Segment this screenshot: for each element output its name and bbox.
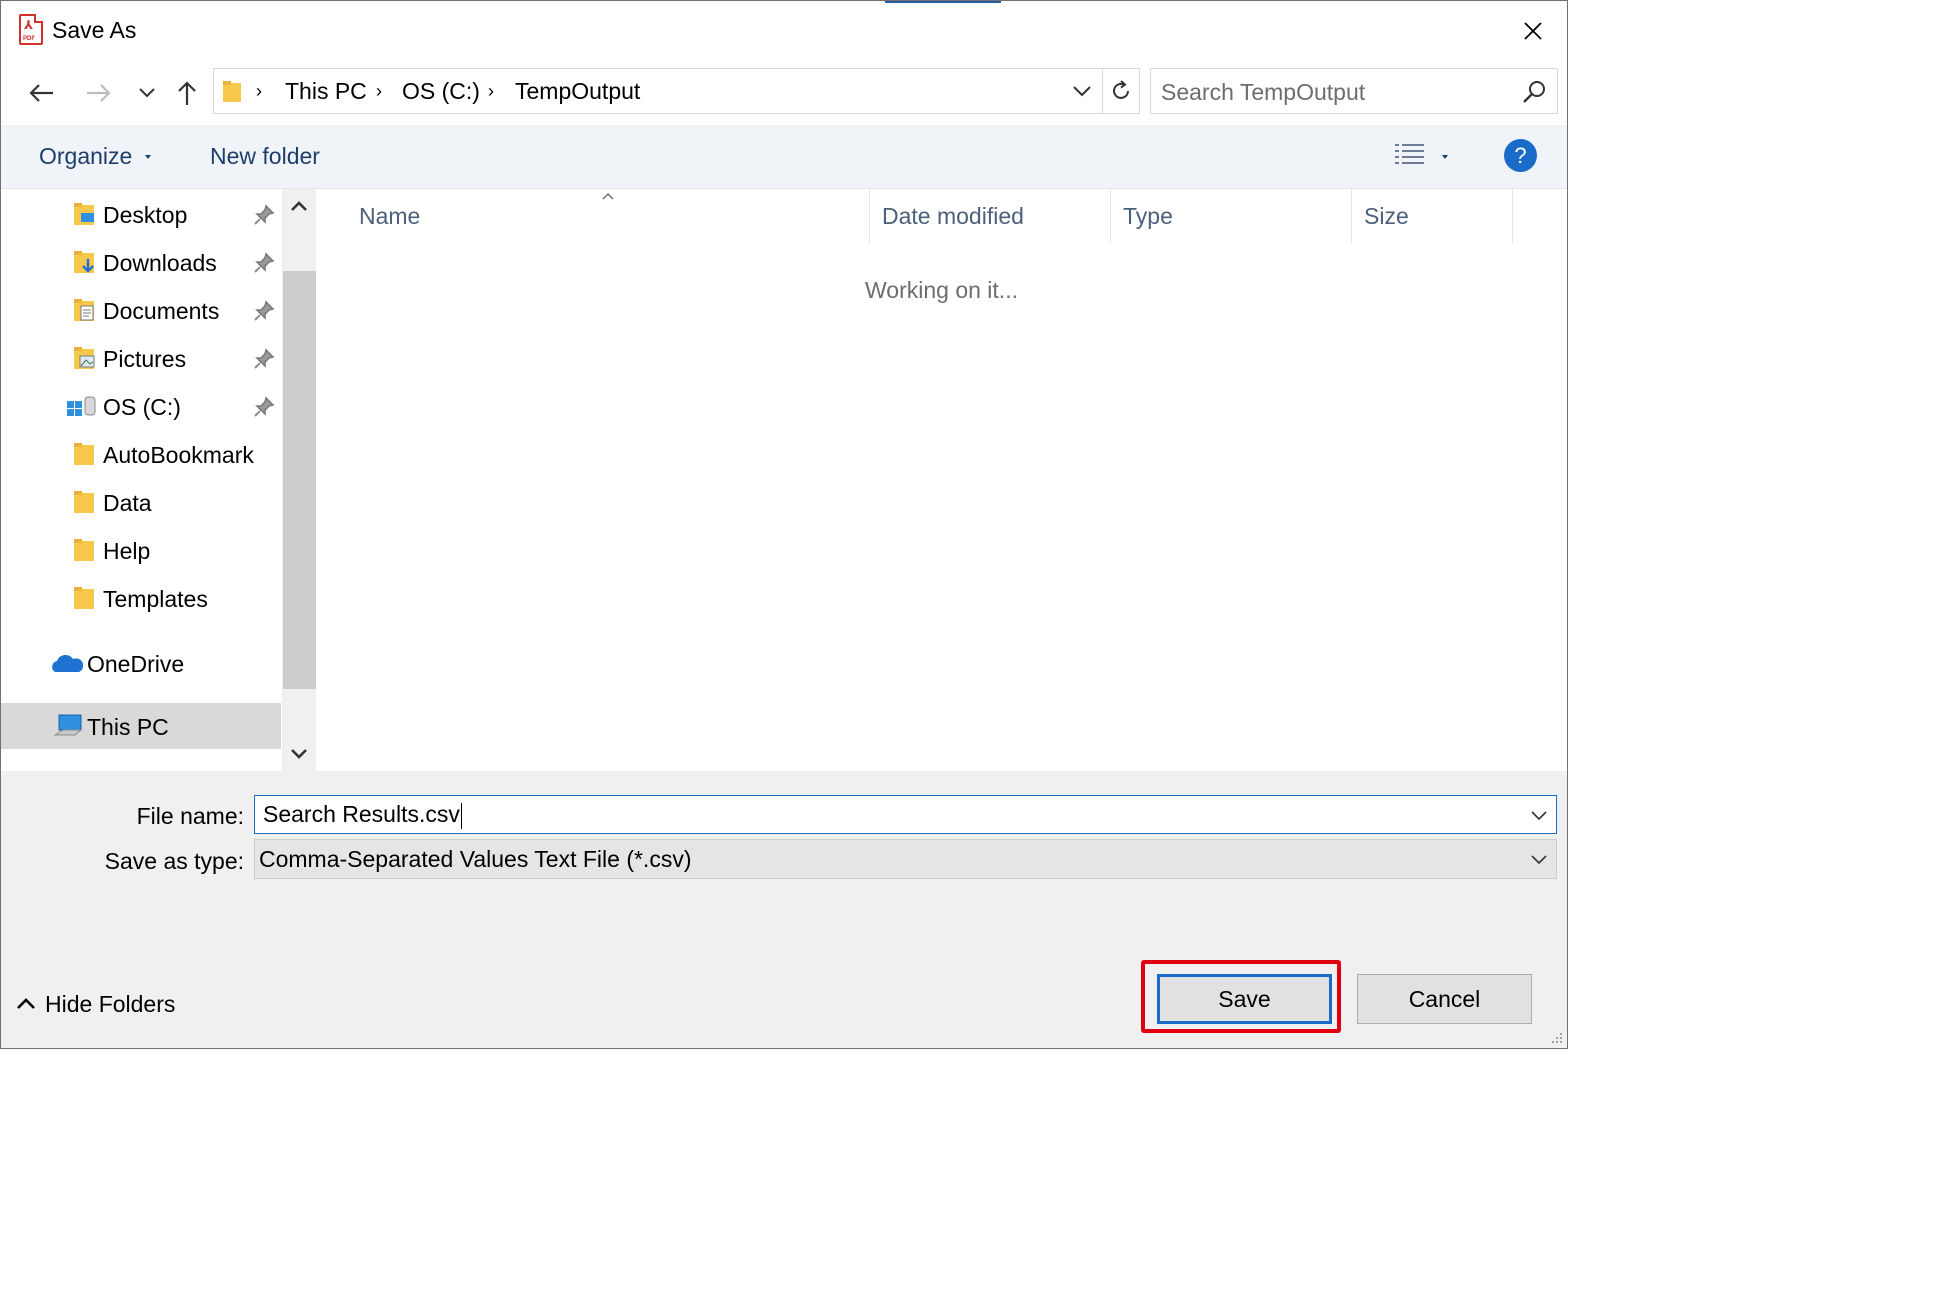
sidebar-item-downloads[interactable]: Downloads <box>1 239 281 285</box>
breadcrumb-separator[interactable]: › <box>256 81 262 102</box>
pin-icon[interactable] <box>253 300 275 322</box>
cancel-button[interactable]: Cancel <box>1357 974 1532 1024</box>
forward-arrow-icon <box>87 84 111 102</box>
pin-icon[interactable] <box>253 396 275 418</box>
help-button[interactable]: ? <box>1504 139 1537 172</box>
search-icon[interactable] <box>1521 79 1547 105</box>
chevron-up-icon <box>17 998 35 1009</box>
sidebar-item-documents[interactable]: Documents <box>1 287 281 333</box>
folder-icon <box>223 81 241 102</box>
breadcrumb-this-pc[interactable]: This PC <box>285 78 367 105</box>
chevron-down-icon[interactable] <box>1530 850 1548 868</box>
sidebar-item-this-pc[interactable]: This PC <box>1 703 281 749</box>
refresh-button[interactable] <box>1103 68 1140 114</box>
scroll-down-arrow-icon[interactable] <box>289 745 309 763</box>
navigation-scrollbar[interactable] <box>282 189 316 771</box>
view-dropdown-icon[interactable] <box>1442 155 1448 159</box>
sidebar-item-data[interactable]: Data <box>1 479 281 525</box>
column-divider[interactable] <box>869 189 870 243</box>
breadcrumb-separator[interactable]: › <box>376 81 382 102</box>
desktop-folder-icon <box>74 203 94 225</box>
close-button[interactable] <box>1513 11 1553 51</box>
organize-dropdown-icon[interactable] <box>145 155 151 159</box>
save-as-dialog: ⅄ PDF Save As › This PC › OS (C:) › Temp… <box>0 0 1568 1049</box>
organize-menu[interactable]: Organize <box>39 143 132 170</box>
breadcrumb-separator[interactable]: › <box>488 81 494 102</box>
sidebar-item-templates[interactable]: Templates <box>1 575 281 621</box>
documents-folder-icon <box>74 299 94 321</box>
up-arrow-icon <box>178 81 196 105</box>
new-folder-button[interactable]: New folder <box>210 143 320 170</box>
sidebar-item-desktop[interactable]: Desktop <box>1 191 281 237</box>
text-cursor <box>460 802 462 829</box>
downloads-folder-icon <box>74 251 94 273</box>
column-header-name[interactable]: Name <box>359 203 420 230</box>
recent-locations-button[interactable] <box>129 75 165 111</box>
file-name-value: Search Results.csv <box>263 801 460 827</box>
loading-status-text: Working on it... <box>865 277 1018 303</box>
refresh-icon <box>1113 80 1129 99</box>
search-placeholder: Search TempOutput <box>1161 79 1366 105</box>
folder-icon <box>74 443 94 465</box>
sidebar-item-pictures[interactable]: Pictures <box>1 335 281 381</box>
chevron-down-icon <box>139 88 155 98</box>
scroll-up-arrow-icon[interactable] <box>289 197 309 215</box>
chevron-down-icon[interactable] <box>1070 79 1094 103</box>
file-name-label: File name: <box>136 803 244 829</box>
sort-ascending-icon <box>602 193 614 200</box>
pictures-folder-icon <box>74 347 95 369</box>
onedrive-cloud-icon <box>52 655 83 672</box>
back-arrow-icon <box>29 84 53 102</box>
save-button[interactable]: Save <box>1157 974 1332 1024</box>
hide-folders-label: Hide Folders <box>45 991 176 1017</box>
save-as-type-label: Save as type: <box>104 848 244 874</box>
folder-icon <box>74 539 94 561</box>
save-options-panel: File name: Search Results.csv Save as ty… <box>1 771 1567 1048</box>
save-as-type-value: Comma-Separated Values Text File (*.csv) <box>259 846 692 872</box>
resize-grip-icon[interactable] <box>1549 1030 1563 1044</box>
column-header-type[interactable]: Type <box>1123 203 1173 230</box>
sidebar-item-os-c[interactable]: OS (C:) <box>1 383 281 429</box>
folder-icon <box>74 587 94 609</box>
folder-icon <box>74 491 94 513</box>
navigation-pane: Desktop Downloads Documents Pictures OS … <box>1 189 317 771</box>
column-divider[interactable] <box>1512 189 1513 243</box>
column-divider[interactable] <box>1351 189 1352 243</box>
window-title: Save As <box>52 17 137 43</box>
chevron-down-icon[interactable] <box>1530 806 1548 824</box>
column-header-size[interactable]: Size <box>1364 203 1409 230</box>
address-bar[interactable]: › This PC › OS (C:) › TempOutput <box>213 68 1103 114</box>
column-header-date-modified[interactable]: Date modified <box>882 203 1024 230</box>
title-bar: ⅄ PDF Save As <box>1 1 1567 61</box>
file-list[interactable]: Name Date modified Type Size Working on … <box>319 189 1567 771</box>
close-icon <box>1524 22 1542 40</box>
save-as-type-select[interactable]: Comma-Separated Values Text File (*.csv) <box>254 839 1557 879</box>
computer-icon <box>53 714 83 736</box>
pdf-icon: ⅄ PDF <box>19 14 43 45</box>
forward-button[interactable] <box>81 75 117 111</box>
up-button[interactable] <box>169 75 205 111</box>
drive-icon <box>67 396 96 416</box>
search-input[interactable]: Search TempOutput <box>1150 68 1558 114</box>
sidebar-item-onedrive[interactable]: OneDrive <box>1 640 281 686</box>
scroll-thumb[interactable] <box>283 271 316 689</box>
focus-indicator <box>885 1 1001 3</box>
details-view-icon[interactable] <box>1394 141 1426 169</box>
breadcrumb-tempoutput[interactable]: TempOutput <box>515 78 640 105</box>
pin-icon[interactable] <box>253 204 275 226</box>
pin-icon[interactable] <box>253 252 275 274</box>
column-divider[interactable] <box>1110 189 1111 243</box>
pin-icon[interactable] <box>253 348 275 370</box>
address-row: › This PC › OS (C:) › TempOutput Search … <box>1 61 1567 125</box>
command-bar: Organize New folder ? <box>1 125 1567 189</box>
sidebar-item-help[interactable]: Help <box>1 527 281 573</box>
back-button[interactable] <box>23 75 59 111</box>
sidebar-item-autobookmark[interactable]: AutoBookmark <box>1 431 281 477</box>
breadcrumb-os-c[interactable]: OS (C:) <box>402 78 480 105</box>
file-name-input[interactable]: Search Results.csv <box>254 795 1557 834</box>
